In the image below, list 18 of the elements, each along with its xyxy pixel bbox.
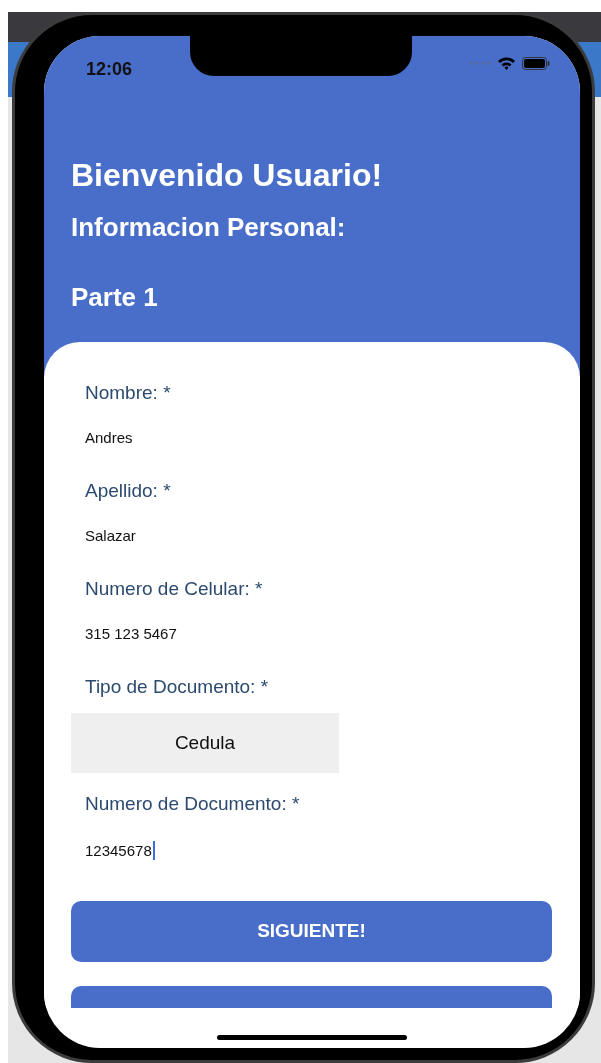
field-label: Nombre: *	[85, 383, 172, 402]
input-field[interactable]: Andres	[85, 430, 133, 445]
battery-icon	[522, 56, 550, 70]
document-type-select[interactable]: Cedula	[71, 713, 339, 773]
status-time: 12:06	[86, 58, 133, 81]
next-button[interactable]: SIGUIENTE!	[71, 901, 552, 962]
input-field[interactable]: 12345678	[85, 841, 155, 860]
section-title: Informacion Personal:	[71, 214, 347, 240]
welcome-title: Bienvenido Usuario!	[71, 159, 384, 191]
signal-icon	[469, 61, 491, 65]
field-label: Apellido: *	[85, 481, 172, 500]
field-label: Tipo de Documento: *	[85, 677, 270, 696]
field-label: Numero de Celular: *	[85, 579, 264, 598]
step-title: Parte 1	[71, 284, 159, 310]
input-field[interactable]: Salazar	[85, 528, 136, 543]
input-field[interactable]: 315 123 5467	[85, 626, 177, 641]
field-label: Numero de Documento: *	[85, 794, 301, 813]
wifi-icon	[497, 56, 516, 70]
